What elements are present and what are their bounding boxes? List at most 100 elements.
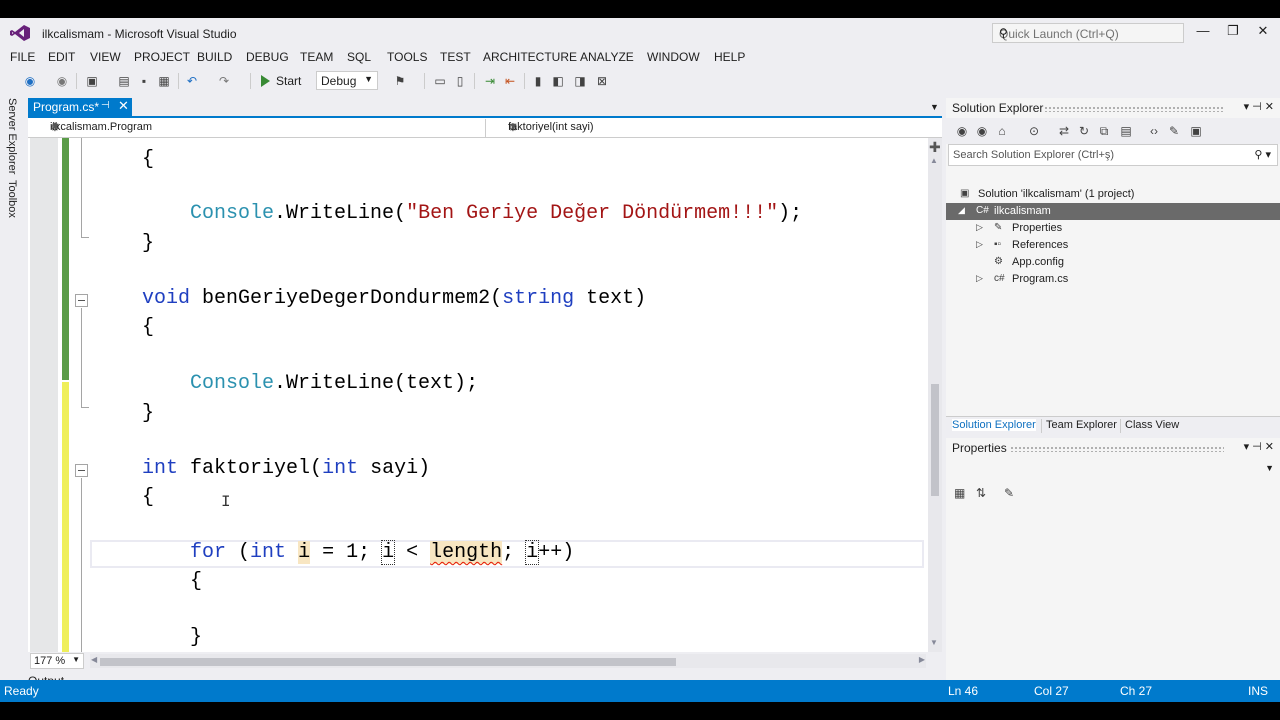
tree-item-references[interactable]: ▷ ▪▫ References <box>946 237 1280 254</box>
indent-icon[interactable]: ⇥ <box>482 73 498 89</box>
navigate-back-icon[interactable]: ◉ <box>22 73 38 89</box>
sync-icon[interactable]: ⇄ <box>1056 123 1072 139</box>
scroll-thumb[interactable] <box>931 384 939 496</box>
alphabetical-icon[interactable]: ⇅ <box>976 486 986 500</box>
zoom-dropdown[interactable]: 177 % ▼ <box>30 653 84 669</box>
save-all-icon[interactable]: ▦ <box>156 73 172 89</box>
toolbox-tab[interactable]: Toolbox <box>6 180 18 218</box>
tab-program-cs[interactable]: Program.cs* ⊣ ✕ <box>28 98 132 116</box>
show-all-files-icon[interactable]: ▤ <box>1118 123 1134 139</box>
close-tab-icon[interactable]: ✕ <box>118 98 129 114</box>
menu-build[interactable]: BUILD <box>197 50 232 64</box>
outline-end-tick <box>81 237 89 238</box>
previous-bookmark-icon[interactable]: ◧ <box>550 73 566 89</box>
tree-item-solution[interactable]: ▣ Solution 'ilkcalismam' (1 project) <box>946 186 1280 203</box>
properties-wrench-icon[interactable]: ✎ <box>1166 123 1182 139</box>
tree-item-program-cs[interactable]: ▷ c# Program.cs <box>946 271 1280 288</box>
menu-team[interactable]: TEAM <box>300 50 333 64</box>
code-text: } <box>94 626 203 649</box>
close-window-button[interactable]: ✕ <box>1252 23 1274 41</box>
pin-icon[interactable]: ⊣ <box>101 100 110 111</box>
menu-edit[interactable]: EDIT <box>48 50 75 64</box>
chevron-down-icon: ▼ <box>364 74 373 84</box>
property-pages-icon[interactable]: ✎ <box>1004 486 1014 500</box>
open-file-icon[interactable]: ▤ <box>116 73 132 89</box>
collapse-region-icon[interactable] <box>75 464 88 477</box>
refresh-icon[interactable]: ↻ <box>1076 123 1092 139</box>
menu-debug[interactable]: DEBUG <box>246 50 289 64</box>
expand-arrow-icon[interactable]: ▷ <box>976 273 983 284</box>
bookmark-icon[interactable]: ▮ <box>530 73 546 89</box>
forward-icon[interactable]: ◉ <box>974 123 990 139</box>
start-debugging-button[interactable]: Start <box>258 71 314 91</box>
outline-guide <box>81 138 82 238</box>
menu-help[interactable]: HELP <box>714 50 745 64</box>
server-explorer-tab[interactable]: Server Explorer <box>6 98 18 174</box>
solution-explorer-search-input[interactable]: Search Solution Explorer (Ctrl+ş) ⚲ ▾ <box>948 144 1278 166</box>
tree-item-properties[interactable]: ▷ ✎ Properties <box>946 220 1280 237</box>
split-window-icon[interactable]: ✚ <box>929 139 941 156</box>
outline-guide <box>81 308 82 408</box>
tree-item-app-config[interactable]: ⚙ App.config <box>946 254 1280 271</box>
panel-grip <box>1010 446 1224 452</box>
vertical-scrollbar[interactable]: ▲ ▼ <box>928 138 942 652</box>
scroll-up-icon[interactable]: ▲ <box>930 156 938 165</box>
menu-analyze[interactable]: ANALYZE <box>580 50 634 64</box>
horizontal-scrollbar[interactable]: ◀ ▶ <box>90 654 926 668</box>
menu-file[interactable]: FILE <box>10 50 35 64</box>
code-editor[interactable]: { Console.WriteLine("Ben Geriye Değer Dö… <box>28 138 942 652</box>
menu-view[interactable]: VIEW <box>90 50 121 64</box>
solution-configuration-select[interactable]: Debug ▼ <box>316 71 378 90</box>
minimize-button[interactable]: — <box>1192 23 1214 41</box>
expand-arrow-icon[interactable]: ▷ <box>976 222 983 233</box>
scroll-left-icon[interactable]: ◀ <box>91 655 97 664</box>
properties-toolbar: ▦ ⇅ ✎ <box>948 482 1278 506</box>
back-icon[interactable]: ◉ <box>954 123 970 139</box>
categorized-icon[interactable]: ▦ <box>954 486 965 500</box>
panel-window-controls[interactable]: ▾ ⊣ ✕ <box>1244 100 1274 113</box>
save-icon[interactable]: ▪ <box>136 73 152 89</box>
navigate-forward-icon[interactable]: ◉ <box>54 73 70 89</box>
undo-icon[interactable]: ↶ <box>184 73 200 89</box>
home-icon[interactable]: ⌂ <box>994 123 1010 139</box>
code-token: i <box>381 540 396 565</box>
pending-changes-filter-icon[interactable]: ⊙ <box>1026 123 1042 139</box>
scroll-right-icon[interactable]: ▶ <box>919 655 925 664</box>
toolbar-separator <box>250 73 251 89</box>
member-scope-dropdown[interactable]: ⚙ faktoriyel(int sayi) ▼ <box>488 119 942 137</box>
tab-team-explorer[interactable]: Team Explorer <box>1046 419 1117 431</box>
tab-class-view[interactable]: Class View <box>1125 419 1179 431</box>
restore-button[interactable]: ❐ <box>1222 23 1244 41</box>
tab-solution-explorer[interactable]: Solution Explorer <box>952 419 1036 431</box>
menu-architecture[interactable]: ARCHITECTURE <box>483 50 577 64</box>
scroll-down-icon[interactable]: ▼ <box>930 638 938 647</box>
menu-sql[interactable]: SQL <box>347 50 371 64</box>
redo-icon[interactable]: ↷ <box>216 73 232 89</box>
expand-arrow-icon[interactable]: ▷ <box>976 239 983 250</box>
new-project-icon[interactable]: ▣ <box>84 73 100 89</box>
menu-window[interactable]: WINDOW <box>647 50 700 64</box>
properties-object-dropdown[interactable]: ▼ <box>948 460 1278 480</box>
quick-launch-input[interactable]: Quick Launch (Ctrl+Q) ⚲ <box>992 23 1184 43</box>
uncomment-icon[interactable]: ▯ <box>452 73 468 89</box>
tab-overflow-chevron-icon[interactable]: ▼ <box>930 102 939 112</box>
menu-test[interactable]: TEST <box>440 50 471 64</box>
outdent-icon[interactable]: ⇤ <box>502 73 518 89</box>
status-text: Ready <box>4 684 39 698</box>
menu-tools[interactable]: TOOLS <box>387 50 427 64</box>
tree-item-project[interactable]: ◢ C# ilkcalismam <box>946 203 1280 220</box>
clear-bookmarks-icon[interactable]: ⊠ <box>594 73 610 89</box>
next-bookmark-icon[interactable]: ◨ <box>572 73 588 89</box>
type-scope-dropdown[interactable]: ⚙ ilkcalismam.Program ▼ <box>30 119 486 137</box>
menu-project[interactable]: PROJECT <box>134 50 190 64</box>
view-code-icon[interactable]: ‹› <box>1146 123 1162 139</box>
preview-icon[interactable]: ▣ <box>1188 123 1204 139</box>
collapse-all-icon[interactable]: ⧉ <box>1096 123 1112 139</box>
find-in-files-icon[interactable]: ⚑ <box>392 73 408 89</box>
scroll-thumb[interactable] <box>100 658 676 666</box>
collapse-region-icon[interactable] <box>75 294 88 307</box>
toggle-comment-icon[interactable]: ▭ <box>432 73 448 89</box>
panel-window-controls[interactable]: ▾ ⊣ ✕ <box>1244 440 1274 453</box>
collapse-arrow-icon[interactable]: ◢ <box>958 205 965 216</box>
tree-item-label: Program.cs <box>1012 273 1069 285</box>
